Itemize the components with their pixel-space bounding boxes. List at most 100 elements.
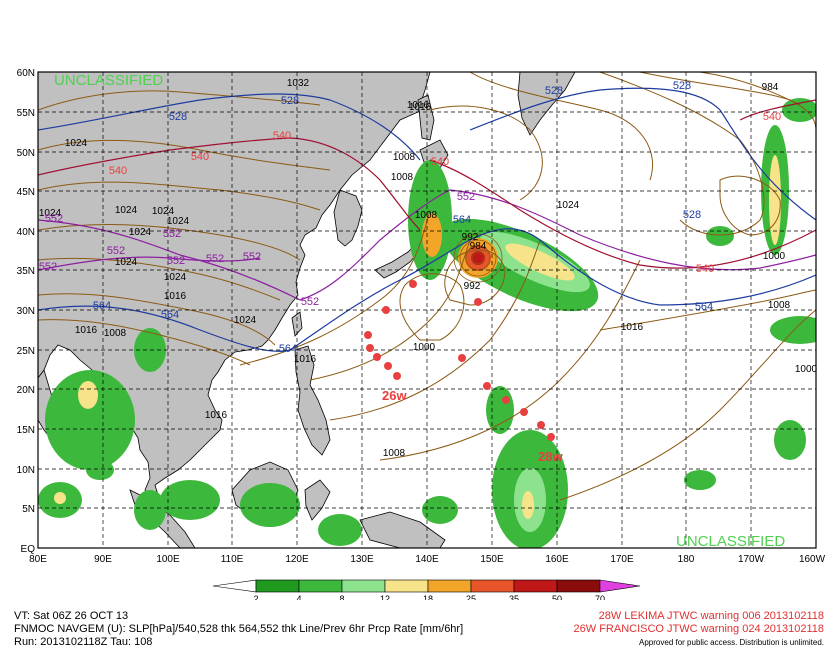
thickness-564-label: 564 — [453, 214, 471, 226]
thickness-540-label: 540 — [696, 263, 714, 275]
pressure-label: 1000 — [763, 251, 786, 262]
pressure-label: 1008 — [768, 300, 791, 311]
thickness-552-label: 552 — [206, 253, 224, 265]
thickness-528-label: 528 — [545, 85, 563, 97]
warning-26w: 26W FRANCISCO JTWC warning 024 201310211… — [573, 623, 824, 635]
colorbar-segment — [470, 579, 515, 593]
pressure-label: 1024 — [115, 257, 138, 268]
pressure-label: 984 — [470, 241, 487, 252]
colorbar-tick: 35 — [509, 594, 519, 600]
lon-label: 160W — [799, 554, 826, 565]
precip-colorbar: 2 4 8 12 18 25 35 50 70 — [212, 579, 641, 600]
approval-note: Approved for public access. Distribution… — [639, 638, 824, 647]
lon-label: 180 — [678, 554, 695, 565]
pressure-label: 1008 — [415, 210, 438, 221]
pressure-label: 1032 — [287, 78, 310, 89]
thickness-540-label: 540 — [191, 151, 209, 163]
colorbar-tick: 2 — [253, 594, 258, 600]
warning-info: 28W LEKIMA JTWC warning 006 2013102118 2… — [574, 610, 824, 649]
pressure-label: 1000 — [795, 364, 818, 375]
lat-labels: 60N 55N 50N 45N 40N 35N 30N 25N 20N 15N … — [17, 68, 36, 555]
lon-labels: 80E 90E 100E 110E 120E 130E 140E 150E 16… — [29, 554, 826, 565]
pressure-label: 1000 — [413, 342, 436, 353]
colorbar-tick: 8 — [339, 594, 344, 600]
classification-bottom: UNCLASSIFIED — [676, 533, 785, 550]
pressure-label: 1024 — [557, 200, 580, 211]
thickness-540-label: 540 — [273, 130, 291, 142]
thickness-552-label: 552 — [39, 261, 57, 273]
colorbar-segment — [384, 579, 429, 593]
thickness-552-label: 552 — [243, 251, 261, 263]
colorbar-segment — [298, 579, 343, 593]
colorbar-tick: 12 — [380, 594, 390, 600]
colorbar-segment — [255, 579, 300, 593]
thickness-552-label: 552 — [45, 213, 63, 225]
lon-label: 110E — [221, 554, 244, 565]
colorbar-segment — [341, 579, 386, 593]
pressure-label: 1016 — [205, 410, 228, 421]
valid-time: VT: Sat 06Z 26 OCT 13 — [14, 610, 129, 622]
thickness-552-label: 552 — [301, 296, 319, 308]
thickness-540-label: 540 — [431, 156, 449, 168]
colorbar-segment — [513, 579, 558, 593]
thickness-564-label: 564 — [279, 343, 297, 355]
pressure-label: 1016 — [407, 100, 430, 111]
pressure-label: 1024 — [129, 227, 152, 238]
lon-label: 100E — [156, 554, 180, 565]
pressure-label: 1024 — [234, 315, 257, 326]
lon-label: 90E — [94, 554, 112, 565]
warning-28w: 28W LEKIMA JTWC warning 006 2013102118 — [598, 610, 824, 622]
thickness-552-label: 552 — [107, 245, 125, 257]
thickness-564-label: 564 — [93, 300, 111, 312]
pressure-label: 1008 — [383, 448, 406, 459]
thickness-528-label: 528 — [673, 80, 691, 92]
lon-label: 170W — [738, 554, 765, 565]
pressure-label: 1008 — [391, 172, 414, 183]
lat-label: 30N — [17, 306, 35, 317]
colorbar-tick: 4 — [296, 594, 301, 600]
thickness-564-label: 564 — [161, 309, 179, 321]
lat-label: 45N — [17, 187, 35, 198]
lat-label: 5N — [22, 504, 35, 515]
colorbar-segment — [556, 579, 601, 593]
lon-label: 140E — [415, 554, 439, 565]
lat-label: 55N — [17, 108, 35, 119]
pressure-label: 992 — [464, 281, 481, 292]
storm-label-28w: 28w — [538, 449, 563, 464]
lat-label: 50N — [17, 148, 35, 159]
lat-label: 40N — [17, 227, 35, 238]
lon-label: 80E — [29, 554, 47, 565]
lat-label: 60N — [17, 68, 35, 79]
colorbar-segment — [427, 579, 472, 593]
pressure-label: 1016 — [621, 322, 644, 333]
thickness-552-label: 552 — [167, 255, 185, 267]
lat-label: 15N — [17, 425, 35, 436]
colorbar-high-arrow — [599, 579, 641, 593]
model-description: FNMOC NAVGEM (U): SLP[hPa]/540,528 thk 5… — [14, 623, 464, 635]
colorbar-tick: 50 — [552, 594, 562, 600]
pressure-label: 984 — [762, 82, 779, 93]
classification-top: UNCLASSIFIED — [54, 72, 163, 89]
pressure-label: 1016 — [75, 325, 98, 336]
colorbar-low-arrow — [212, 579, 257, 593]
colorbar-tick: 18 — [423, 594, 433, 600]
lon-label: 130E — [350, 554, 374, 565]
lat-label: 10N — [17, 465, 35, 476]
weather-map: 26w 28w UNCLASSIFIED UNCLASSIFIED 60N 55… — [17, 68, 826, 600]
thickness-528-label: 528 — [281, 95, 299, 107]
lat-label: 25N — [17, 346, 35, 357]
pressure-label: 1008 — [104, 328, 127, 339]
thickness-564-label: 564 — [695, 301, 713, 313]
thickness-540-label: 540 — [763, 111, 781, 123]
pressure-label: 1016 — [164, 291, 187, 302]
pressure-label: 1024 — [164, 272, 187, 283]
thickness-528-label: 528 — [683, 209, 701, 221]
colorbar-tick: 70 — [595, 594, 605, 600]
thickness-540-label: 540 — [109, 165, 127, 177]
lon-label: 160E — [545, 554, 569, 565]
colorbar-tick: 25 — [466, 594, 476, 600]
lat-label: 35N — [17, 266, 35, 277]
pressure-label: 1024 — [167, 216, 190, 227]
lon-label: 150E — [480, 554, 504, 565]
lon-label: 170E — [610, 554, 634, 565]
